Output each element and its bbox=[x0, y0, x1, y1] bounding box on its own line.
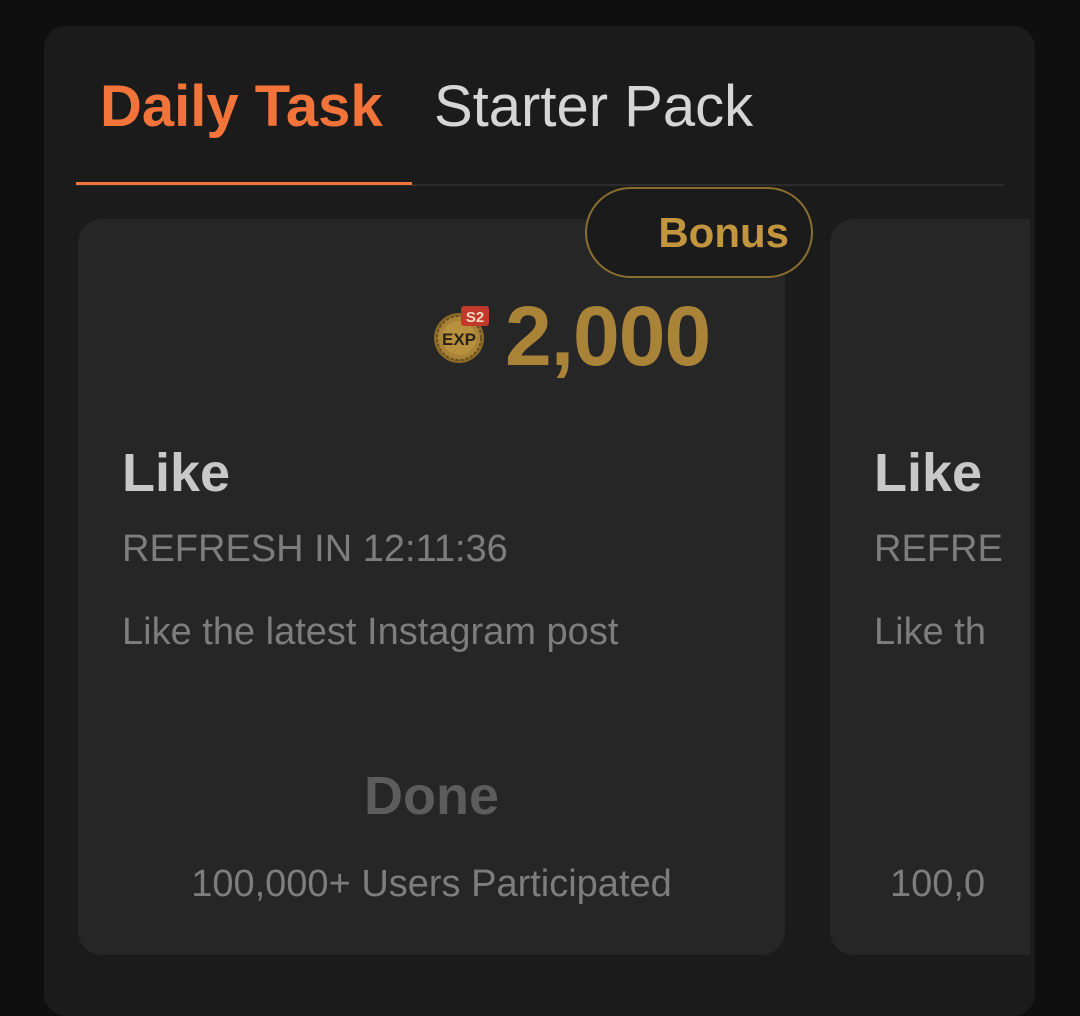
reward-amount: 2,000 bbox=[505, 289, 711, 383]
exp-coin-icon: EXP S2 bbox=[434, 306, 489, 363]
bonus-badge: Bonus bbox=[585, 187, 813, 278]
task-panel: Daily Task Starter Pack Like REFRESH IN … bbox=[44, 26, 1035, 1016]
refresh-timer: REFRE bbox=[874, 528, 1003, 570]
tab-bar: Daily Task Starter Pack bbox=[76, 26, 1004, 186]
reward: EXP S2 2,000 bbox=[429, 286, 749, 386]
participants-count: 100,000+ Users Participated bbox=[191, 863, 672, 905]
refresh-timer: REFRESH IN 12:11:36 bbox=[122, 528, 508, 570]
task-title: Like bbox=[122, 443, 231, 503]
tab-daily-task[interactable]: Daily Task bbox=[100, 72, 383, 142]
exp-label: EXP bbox=[442, 330, 476, 349]
task-title: Like bbox=[874, 443, 983, 503]
done-status: Done bbox=[364, 766, 499, 826]
participants-count: 100,0 bbox=[890, 863, 986, 905]
season-label: S2 bbox=[466, 309, 484, 326]
active-tab-indicator bbox=[76, 182, 412, 185]
task-card[interactable]: Like REFRE Like th 100,0 bbox=[830, 219, 1030, 955]
task-description: Like th bbox=[874, 611, 986, 653]
task-description: Like the latest Instagram post bbox=[122, 611, 619, 653]
tab-starter-pack[interactable]: Starter Pack bbox=[434, 72, 753, 142]
